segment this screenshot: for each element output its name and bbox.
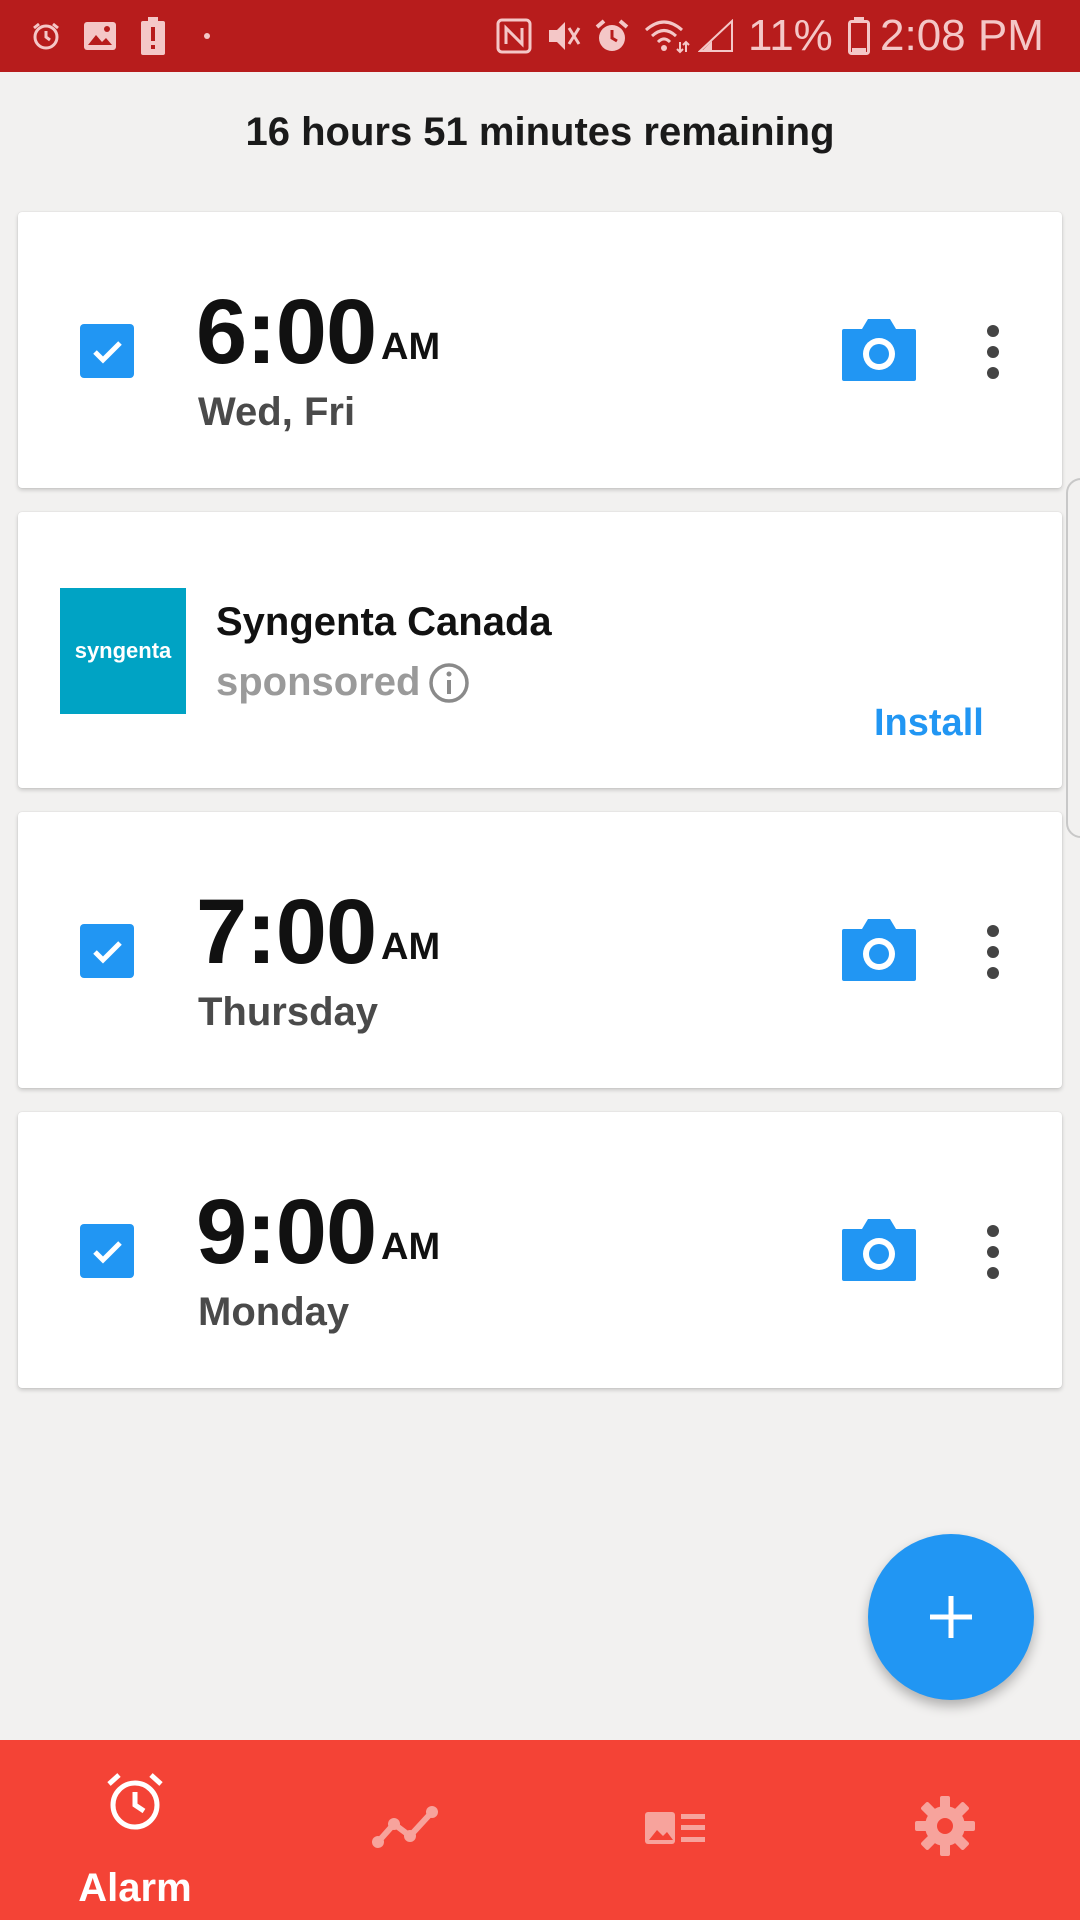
ad-title: Syngenta Canada	[216, 600, 552, 644]
nav-item-news[interactable]	[540, 1740, 810, 1920]
vibrate-icon	[542, 0, 584, 72]
check-icon	[93, 1241, 122, 1264]
nav-item-settings[interactable]	[810, 1740, 1080, 1920]
alarm-clock-icon	[592, 0, 632, 72]
ad-logo: syngenta	[60, 588, 186, 714]
alarm-time: 6:00	[196, 281, 377, 383]
trend-chart-icon	[270, 1802, 540, 1852]
nav-item-alarm[interactable]: Alarm	[0, 1740, 270, 1920]
nav-item-statistics[interactable]	[270, 1740, 540, 1920]
camera-icon	[842, 919, 916, 981]
alarm-days: Wed, Fri	[198, 390, 356, 434]
camera-icon	[842, 1219, 916, 1281]
bottom-navigation: Alarm	[0, 1740, 1080, 1920]
alarm-toggle-checkbox[interactable]	[80, 324, 134, 378]
alarm-toggle-checkbox[interactable]	[80, 924, 134, 978]
alarm-days: Thursday	[198, 990, 379, 1034]
alarm-ampm: AM	[381, 926, 441, 968]
alarm-card[interactable]: 6:00 AM Wed, Fri	[18, 212, 1062, 488]
gear-icon	[810, 1794, 1080, 1858]
camera-button[interactable]	[840, 1210, 918, 1288]
more-vert-icon	[987, 1225, 999, 1279]
plus-icon	[930, 1596, 972, 1638]
more-options-button[interactable]	[978, 322, 1008, 382]
alarm-time: 9:00	[196, 1181, 377, 1283]
alarm-ampm: AM	[381, 1226, 441, 1268]
nfc-icon	[494, 0, 534, 72]
battery-percent: 11%	[748, 11, 833, 60]
more-vert-icon	[987, 325, 999, 379]
alarm-icon	[28, 0, 64, 72]
scroll-handle[interactable]	[1066, 478, 1080, 838]
wifi-icon	[642, 0, 692, 72]
camera-button[interactable]	[840, 310, 918, 388]
alarm-days: Monday	[198, 1290, 350, 1334]
check-icon	[93, 941, 122, 964]
signal-icon	[696, 0, 736, 72]
image-icon	[80, 0, 120, 72]
install-button[interactable]: Install	[874, 702, 984, 745]
clock-time: 2:08 PM	[880, 11, 1044, 60]
info-icon[interactable]	[428, 662, 470, 704]
alarm-card[interactable]: 9:00 AM Monday	[18, 1112, 1062, 1388]
nav-label-alarm: Alarm	[78, 1866, 192, 1910]
alarm-ampm: AM	[381, 326, 441, 368]
dot-icon	[200, 0, 214, 72]
more-options-button[interactable]	[978, 1222, 1008, 1282]
ad-logo-text: syngenta	[74, 638, 172, 663]
more-vert-icon	[987, 925, 999, 979]
camera-button[interactable]	[840, 910, 918, 988]
alarm-clock-icon	[0, 1770, 270, 1834]
status-bar: 11% 2:08 PM	[0, 0, 1080, 72]
check-icon	[93, 341, 122, 364]
battery-alert-icon	[138, 0, 168, 72]
sponsored-ad-card[interactable]: syngenta Syngenta Canada sponsored Insta…	[18, 512, 1062, 788]
alarm-time: 7:00	[196, 881, 377, 983]
camera-icon	[842, 319, 916, 381]
news-card-icon	[540, 1810, 810, 1846]
time-remaining: 16 hours 51 minutes remaining	[245, 110, 835, 154]
more-options-button[interactable]	[978, 922, 1008, 982]
add-alarm-button[interactable]	[868, 1534, 1034, 1700]
alarm-toggle-checkbox[interactable]	[80, 1224, 134, 1278]
battery-icon	[846, 0, 872, 72]
alarm-card[interactable]: 7:00 AM Thursday	[18, 812, 1062, 1088]
ad-sponsored-label: sponsored	[216, 660, 421, 704]
